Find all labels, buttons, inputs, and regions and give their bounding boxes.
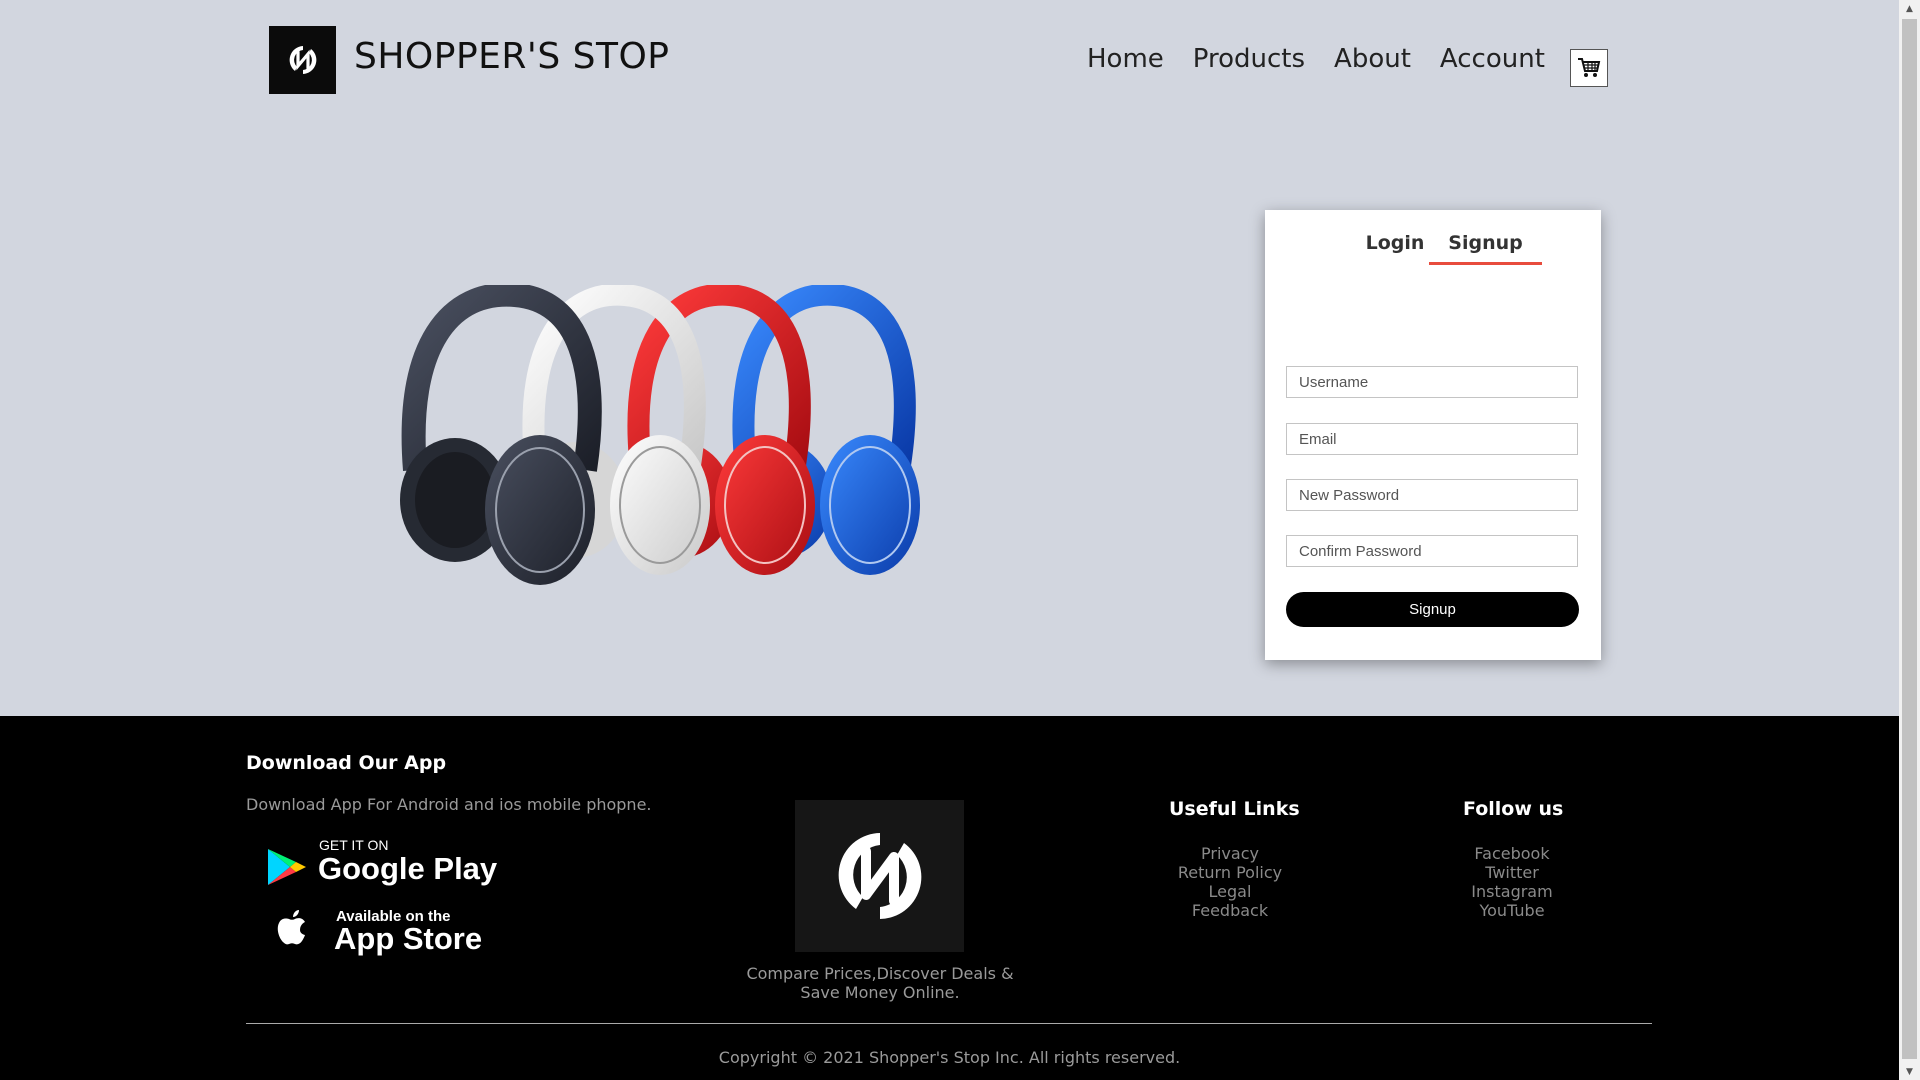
youtube-link[interactable]: YouTube bbox=[1479, 901, 1544, 920]
scroll-down-arrow-icon[interactable]: ▼ bbox=[1899, 1063, 1920, 1080]
site-footer: Download Our App Download App For Androi… bbox=[0, 716, 1899, 1080]
main-nav: Home Products About Account bbox=[1087, 44, 1545, 74]
brand-name: SHOPPER'S STOP bbox=[354, 36, 670, 77]
app-store-badge[interactable]: Available on the App Store bbox=[270, 906, 530, 961]
copyright-text: Copyright © 2021 Shopper's Stop Inc. All… bbox=[718, 1048, 1181, 1067]
google-play-icon bbox=[268, 849, 306, 885]
download-app-text: Download App For Android and ios mobile … bbox=[246, 795, 652, 814]
auth-card: Login Signup Signup bbox=[1265, 210, 1601, 660]
footer-divider bbox=[246, 1023, 1652, 1024]
site-header: SHOPPER'S STOP Home Products About Accou… bbox=[0, 0, 1899, 130]
twitter-link[interactable]: Twitter bbox=[1485, 863, 1539, 882]
new-password-field[interactable] bbox=[1286, 479, 1578, 511]
footer-tagline: Compare Prices,Discover Deals & Save Mon… bbox=[730, 964, 1030, 1002]
username-field[interactable] bbox=[1286, 366, 1578, 398]
brand-logo-icon[interactable] bbox=[269, 26, 336, 94]
nav-products-link[interactable]: Products bbox=[1193, 44, 1305, 74]
cart-icon bbox=[1578, 58, 1601, 77]
app-store-big-text: App Store bbox=[334, 921, 483, 956]
email-field[interactable] bbox=[1286, 423, 1578, 455]
instagram-link[interactable]: Instagram bbox=[1471, 882, 1552, 901]
legal-link[interactable]: Legal bbox=[1209, 882, 1252, 901]
vertical-scrollbar[interactable]: ▲ ▼ bbox=[1899, 0, 1920, 1080]
headphones-image bbox=[400, 285, 920, 585]
scroll-up-arrow-icon[interactable]: ▲ bbox=[1899, 0, 1920, 17]
feedback-link[interactable]: Feedback bbox=[1192, 901, 1268, 920]
tab-signup[interactable]: Signup bbox=[1429, 232, 1542, 262]
follow-us-list: Facebook Twitter Instagram YouTube bbox=[1437, 844, 1587, 920]
apple-icon bbox=[277, 910, 305, 945]
nav-about-link[interactable]: About bbox=[1334, 44, 1411, 74]
facebook-link[interactable]: Facebook bbox=[1474, 844, 1549, 863]
active-tab-indicator bbox=[1429, 262, 1542, 265]
scrollbar-thumb[interactable] bbox=[1902, 19, 1917, 1059]
nav-home-link[interactable]: Home bbox=[1087, 44, 1164, 74]
confirm-password-field[interactable] bbox=[1286, 535, 1578, 567]
privacy-link[interactable]: Privacy bbox=[1201, 844, 1259, 863]
return-policy-link[interactable]: Return Policy bbox=[1178, 863, 1282, 882]
tagline-line-2: Save Money Online. bbox=[800, 983, 960, 1002]
follow-us-title: Follow us bbox=[1463, 798, 1564, 820]
google-play-big-text: Google Play bbox=[318, 851, 498, 886]
footer-brand-logo-icon bbox=[795, 800, 964, 952]
nav-account-link[interactable]: Account bbox=[1440, 44, 1545, 74]
tagline-line-1: Compare Prices,Discover Deals & bbox=[746, 964, 1014, 983]
useful-links-list: Privacy Return Policy Legal Feedback bbox=[1155, 844, 1305, 920]
download-app-title: Download Our App bbox=[246, 752, 447, 774]
useful-links-title: Useful Links bbox=[1169, 798, 1300, 820]
cart-button[interactable] bbox=[1570, 49, 1608, 87]
google-play-badge[interactable]: GET IT ON Google Play bbox=[266, 837, 526, 892]
signup-button[interactable]: Signup bbox=[1286, 592, 1579, 627]
